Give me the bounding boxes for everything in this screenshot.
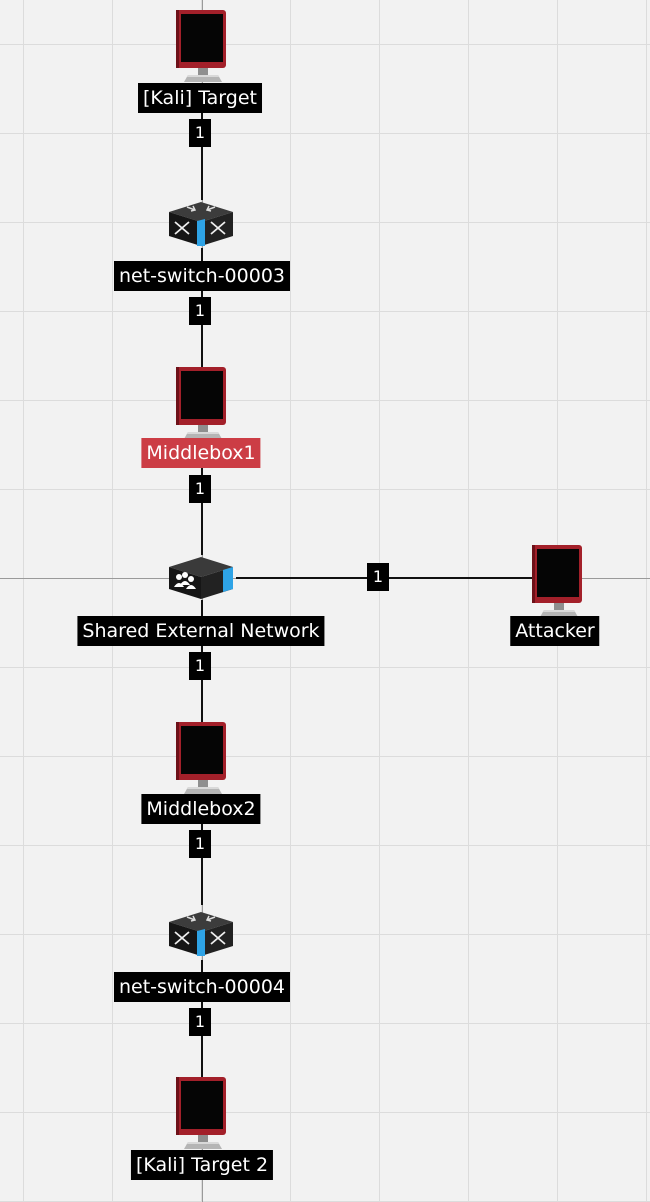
link-interface-badge[interactable]: 1 <box>189 1008 211 1036</box>
monitor-icon <box>172 8 232 83</box>
external-network-icon <box>165 553 237 601</box>
node-label-net-switch-00003[interactable]: net-switch-00003 <box>114 261 290 291</box>
link-interface-badge[interactable]: 1 <box>367 563 389 591</box>
node-label-middlebox2[interactable]: Middlebox2 <box>141 794 261 824</box>
node-label-net-switch-00004[interactable]: net-switch-00004 <box>114 972 290 1002</box>
monitor-icon <box>172 1075 232 1150</box>
node-kali-target[interactable] <box>172 8 232 83</box>
node-label-middlebox1[interactable]: Middlebox1 <box>141 438 261 468</box>
network-switch-icon <box>165 200 237 248</box>
node-net-switch-00003[interactable] <box>165 200 237 248</box>
node-label-shared-external-network[interactable]: Shared External Network <box>77 616 325 646</box>
node-attacker[interactable] <box>528 543 588 618</box>
node-middlebox2[interactable] <box>172 720 232 795</box>
node-label-attacker[interactable]: Attacker <box>510 616 600 646</box>
node-shared-external-network[interactable] <box>165 553 237 601</box>
node-label-kali-target[interactable]: [Kali] Target <box>138 83 262 113</box>
topology-canvas[interactable]: [Kali] Target net-switch-00003 Middlebox… <box>0 0 650 1202</box>
link-interface-badge[interactable]: 1 <box>189 830 211 858</box>
node-label-kali-target-2[interactable]: [Kali] Target 2 <box>130 1150 274 1180</box>
network-switch-icon <box>165 910 237 958</box>
link-interface-badge[interactable]: 1 <box>189 652 211 680</box>
monitor-icon <box>172 720 232 795</box>
node-net-switch-00004[interactable] <box>165 910 237 958</box>
link-interface-badge[interactable]: 1 <box>189 475 211 503</box>
link-interface-badge[interactable]: 1 <box>189 297 211 325</box>
node-kali-target-2[interactable] <box>172 1075 232 1150</box>
link-interface-badge[interactable]: 1 <box>189 119 211 147</box>
monitor-icon <box>172 365 232 440</box>
monitor-icon <box>528 543 588 618</box>
node-middlebox1[interactable] <box>172 365 232 440</box>
